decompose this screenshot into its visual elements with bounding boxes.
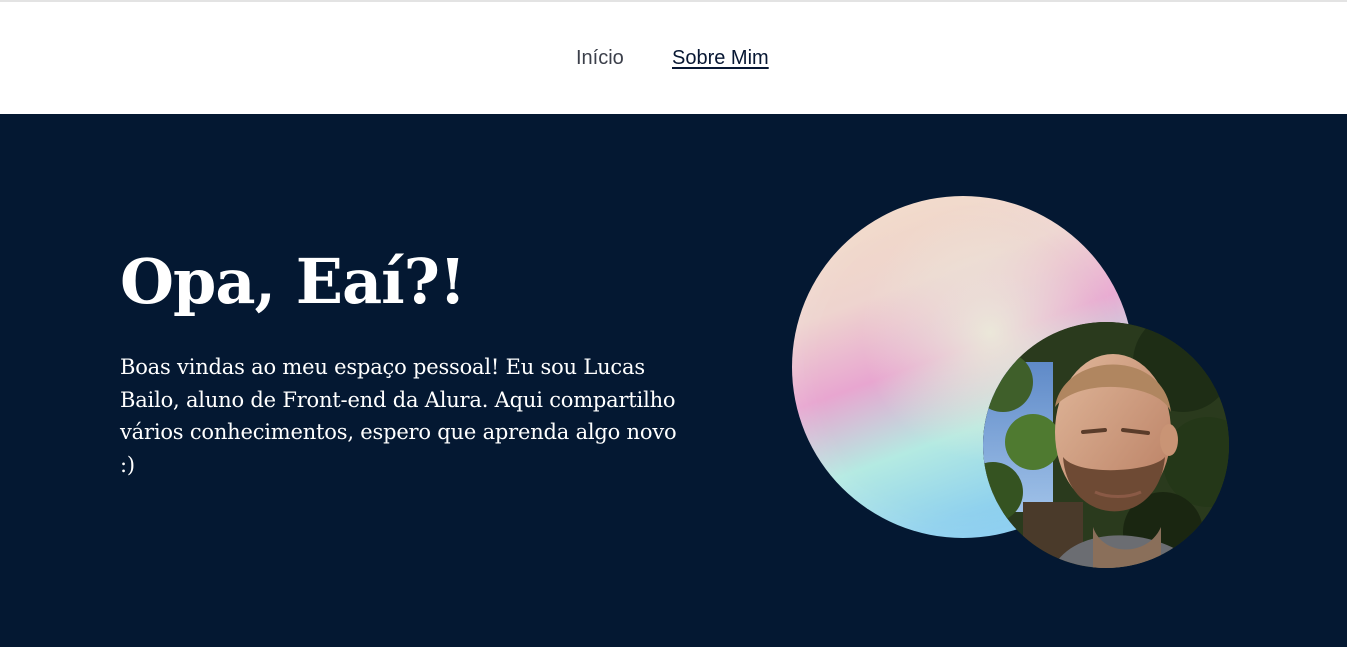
- nav-link-inicio[interactable]: Início: [576, 46, 624, 70]
- profile-photo-avatar: [983, 322, 1229, 568]
- top-navigation: Início Sobre Mim: [0, 2, 1347, 114]
- nav-link-sobre-mim[interactable]: Sobre Mim: [672, 46, 769, 70]
- hero-description: Boas vindas ao meu espaço pessoal! Eu so…: [120, 355, 677, 477]
- hero-title: Opa, Eaí?!: [120, 245, 466, 318]
- hero-section: Opa, Eaí?! Boas vindas ao meu espaço pes…: [0, 114, 1347, 647]
- profile-photo-icon: [983, 322, 1229, 568]
